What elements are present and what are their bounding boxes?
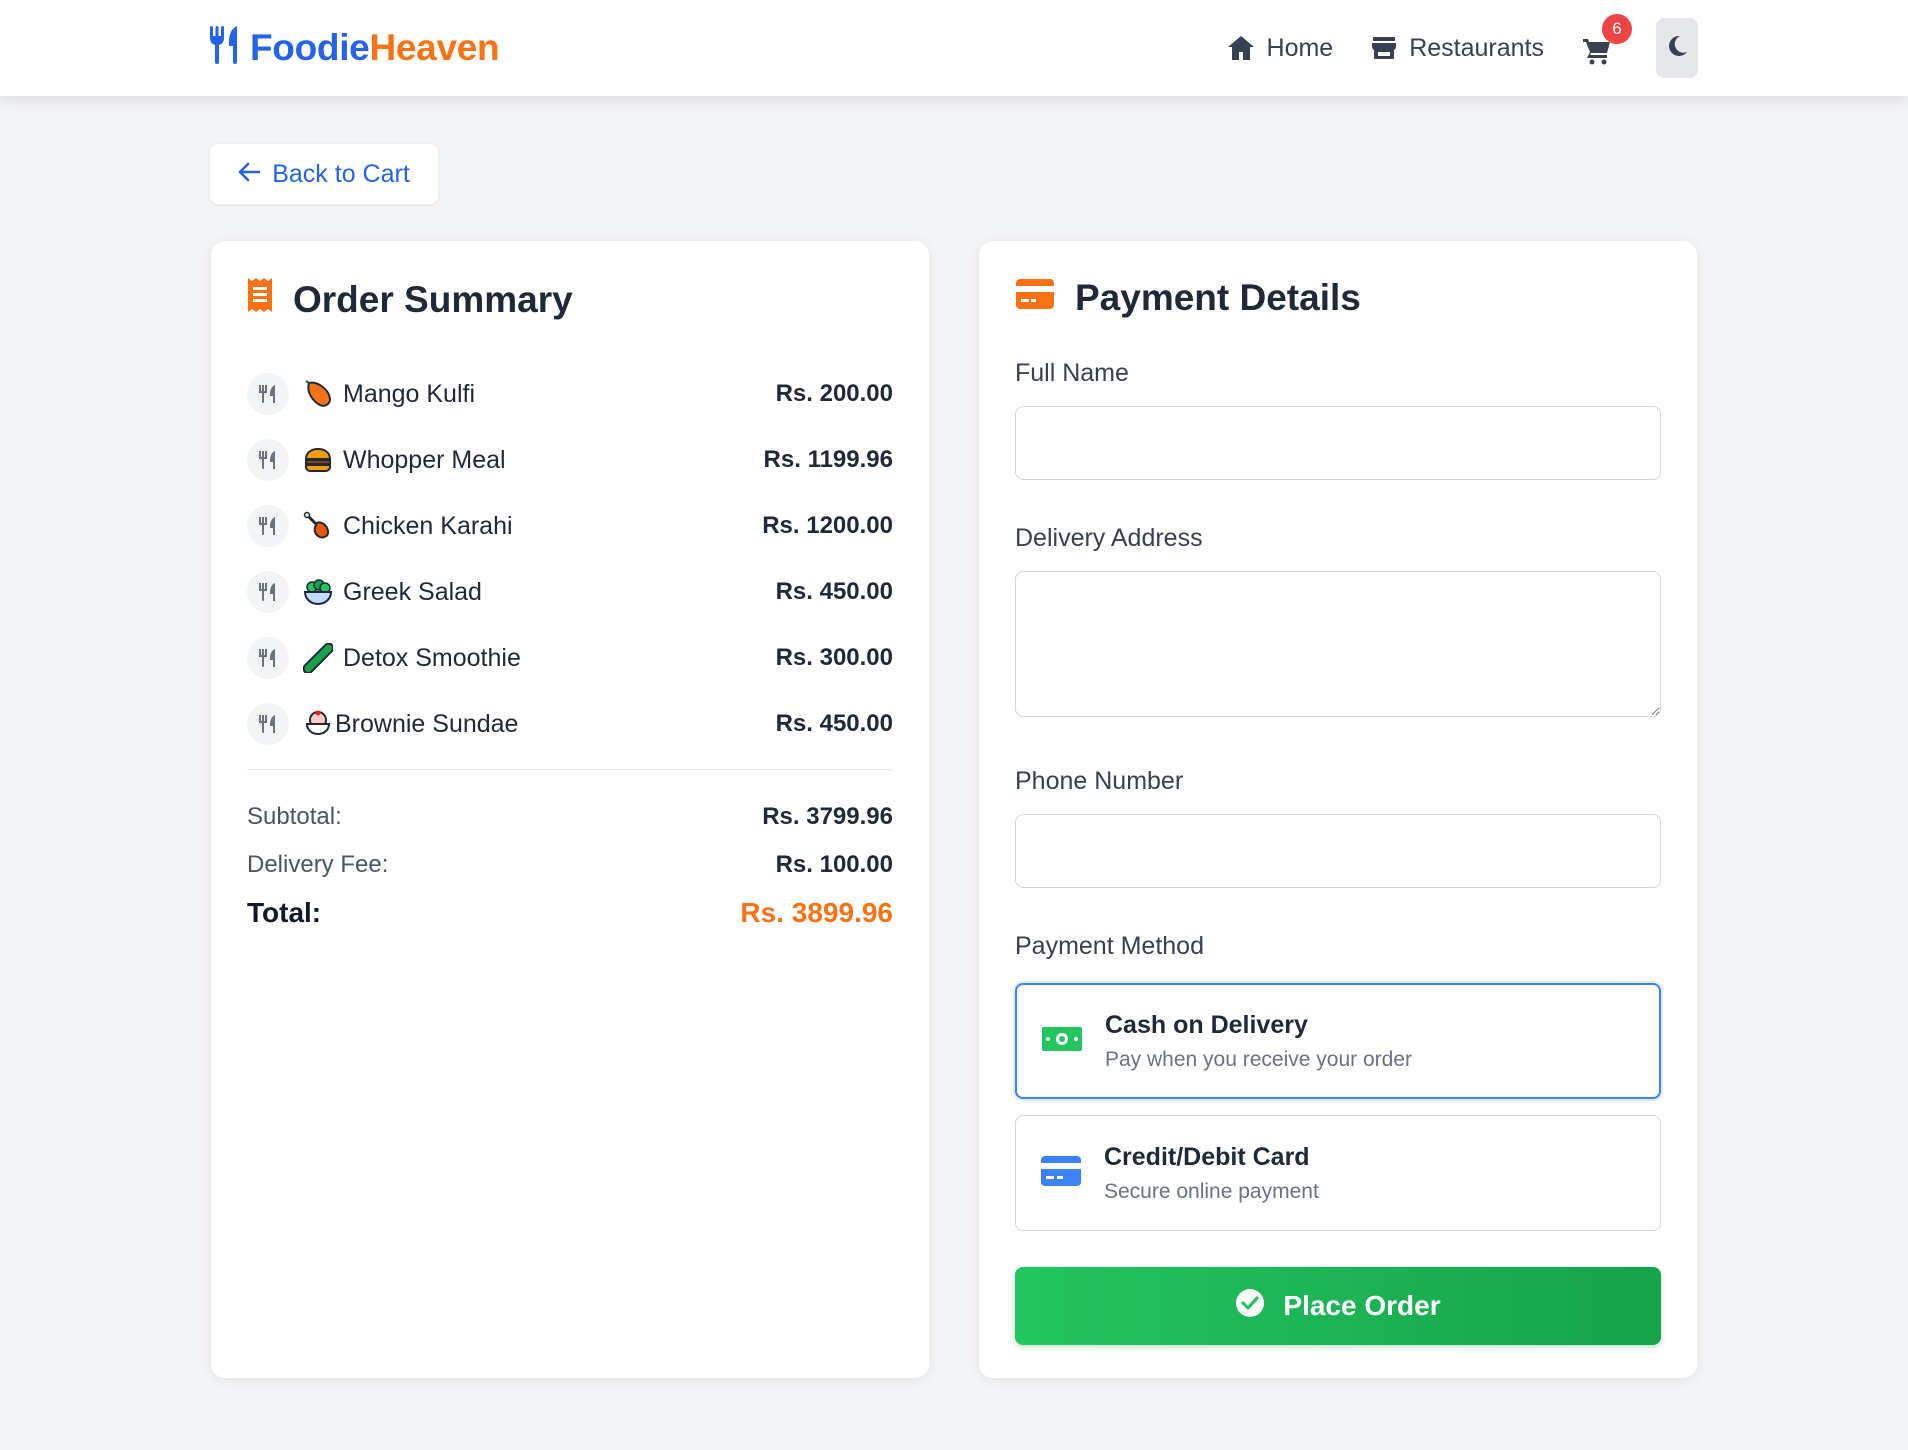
- nav-home-label: Home: [1266, 33, 1334, 62]
- subtotal-row: Subtotal: Rs. 3799.96: [247, 793, 893, 841]
- list-item: Whopper Meal Rs. 1199.96: [247, 427, 893, 493]
- cart-button[interactable]: 6: [1582, 14, 1632, 66]
- payment-option-title: Cash on Delivery: [1105, 1010, 1308, 1039]
- item-price: Rs. 1200.00: [762, 512, 893, 539]
- divider: [247, 769, 893, 770]
- total-row: Total: Rs. 3899.96: [247, 889, 893, 937]
- back-to-cart-button[interactable]: Back to Cart: [210, 144, 438, 204]
- item-price: Rs. 1199.96: [763, 446, 893, 473]
- payment-option-subtitle: Secure online payment: [1104, 1179, 1319, 1203]
- order-summary-card: Order Summary Mango Kulfi Rs. 200.00 Who…: [211, 241, 929, 1378]
- delivery-fee-row: Delivery Fee: Rs. 100.00: [247, 841, 893, 889]
- order-summary-title: Order Summary: [293, 278, 573, 320]
- delivery-address-field[interactable]: [1015, 571, 1661, 717]
- item-price: Rs. 450.00: [775, 710, 893, 737]
- utensils-icon: [247, 703, 289, 745]
- payment-details-card: Payment Details Full Name Delivery Addre…: [979, 241, 1697, 1378]
- full-name-label: Full Name: [1015, 359, 1129, 387]
- item-price: Rs. 200.00: [775, 380, 893, 407]
- phone-number-label: Phone Number: [1015, 767, 1184, 795]
- payment-details-title: Payment Details: [1075, 277, 1361, 318]
- navbar: FoodieHeaven Home Restaurants 6: [0, 0, 1908, 96]
- item-name: Mango Kulfi: [343, 379, 476, 408]
- subtotal-label: Subtotal:: [247, 803, 342, 830]
- item-name: Detox Smoothie: [343, 643, 521, 672]
- nav-restaurants[interactable]: Restaurants: [1371, 34, 1544, 63]
- delivery-fee-value: Rs. 100.00: [775, 851, 893, 878]
- store-icon: [1371, 35, 1397, 61]
- item-price: Rs. 450.00: [775, 578, 893, 605]
- payment-option-title: Credit/Debit Card: [1104, 1142, 1310, 1171]
- order-summary-header: Order Summary: [247, 277, 573, 322]
- place-order-button[interactable]: Place Order: [1015, 1267, 1661, 1345]
- payment-option-subtitle: Pay when you receive your order: [1105, 1047, 1412, 1071]
- item-name: Brownie Sundae: [335, 709, 519, 738]
- credit-card-icon: [1040, 1155, 1082, 1192]
- utensils-icon: [247, 373, 289, 415]
- burger-icon: [303, 445, 333, 475]
- payment-method-label: Payment Method: [1015, 932, 1204, 960]
- order-items-list: Mango Kulfi Rs. 200.00 Whopper Meal Rs. …: [247, 361, 893, 757]
- utensils-icon: [247, 505, 289, 547]
- payment-option-card[interactable]: Credit/Debit Card Secure online payment: [1015, 1115, 1661, 1231]
- list-item: Detox Smoothie Rs. 300.00: [247, 625, 893, 691]
- mango-icon: [303, 379, 333, 409]
- total-value: Rs. 3899.96: [740, 897, 893, 928]
- nav-restaurants-label: Restaurants: [1409, 33, 1544, 62]
- delivery-address-label: Delivery Address: [1015, 524, 1203, 552]
- brand-name: FoodieHeaven: [250, 27, 500, 68]
- list-item: Chicken Karahi Rs. 1200.00: [247, 493, 893, 559]
- utensils-icon: [208, 24, 242, 73]
- chicken-leg-icon: [303, 511, 333, 541]
- item-name: Greek Salad: [343, 577, 482, 606]
- order-totals: Subtotal: Rs. 3799.96 Delivery Fee: Rs. …: [247, 793, 893, 937]
- cart-count-badge: 6: [1602, 14, 1632, 44]
- cucumber-icon: [302, 642, 335, 675]
- nav-home[interactable]: Home: [1227, 33, 1334, 63]
- list-item: Brownie Sundae Rs. 450.00: [247, 691, 893, 757]
- payment-option-cash[interactable]: Cash on Delivery Pay when you receive yo…: [1015, 983, 1661, 1099]
- theme-toggle-button[interactable]: [1656, 18, 1698, 78]
- payment-details-header: Payment Details: [1015, 277, 1361, 319]
- payment-form: Full Name Delivery Address Phone Number …: [1015, 359, 1661, 1345]
- salad-icon: [303, 577, 333, 607]
- home-icon: [1227, 35, 1255, 61]
- back-to-cart-label: Back to Cart: [272, 159, 410, 188]
- credit-card-icon: [1015, 277, 1055, 319]
- utensils-icon: [247, 439, 289, 481]
- delivery-fee-label: Delivery Fee:: [247, 851, 389, 878]
- payment-option-text: Credit/Debit Card Secure online payment: [1104, 1143, 1319, 1204]
- check-circle-icon: [1235, 1288, 1265, 1325]
- list-item: Greek Salad Rs. 450.00: [247, 559, 893, 625]
- total-label: Total:: [247, 897, 322, 928]
- sundae-icon: [303, 709, 333, 739]
- nav-links: Home Restaurants 6: [1227, 14, 1698, 78]
- receipt-icon: [247, 277, 273, 322]
- money-bill-icon: [1041, 1024, 1083, 1059]
- item-price: Rs. 300.00: [775, 644, 893, 671]
- full-name-field[interactable]: [1015, 406, 1661, 480]
- place-order-label: Place Order: [1283, 1290, 1441, 1321]
- utensils-icon: [247, 637, 289, 679]
- arrow-left-icon: [238, 160, 261, 189]
- phone-number-field[interactable]: [1015, 814, 1661, 888]
- payment-option-text: Cash on Delivery Pay when you receive yo…: [1105, 1011, 1412, 1072]
- utensils-icon: [247, 571, 289, 613]
- subtotal-value: Rs. 3799.96: [762, 803, 893, 830]
- item-name: Chicken Karahi: [343, 511, 513, 540]
- item-name: Whopper Meal: [343, 445, 506, 474]
- moon-icon: [1666, 35, 1688, 62]
- brand-logo[interactable]: FoodieHeaven: [208, 22, 500, 74]
- list-item: Mango Kulfi Rs. 200.00: [247, 361, 893, 427]
